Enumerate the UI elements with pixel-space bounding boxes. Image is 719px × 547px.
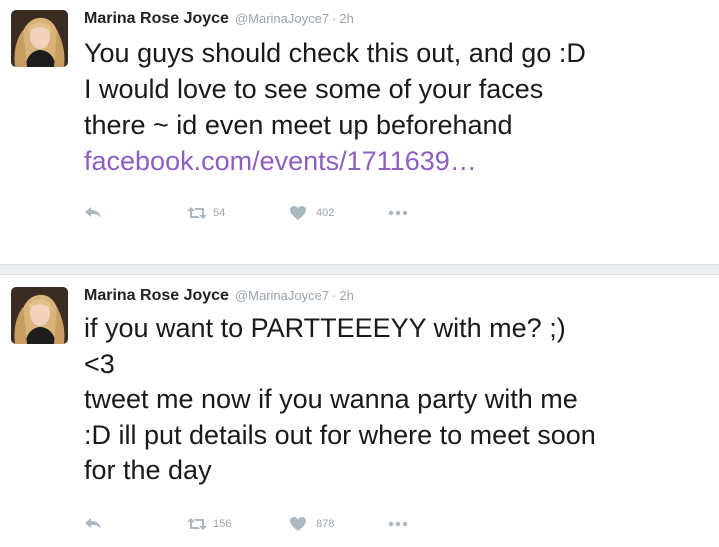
author-name[interactable]: Marina Rose Joyce (84, 287, 229, 304)
like-count: 402 (316, 207, 335, 219)
more-icon (388, 210, 408, 216)
tweet-card[interactable]: Marina Rose Joyce @MarinaJoyce7 · 2h You gu… (0, 0, 719, 264)
tweet-text: if you want to PARTTEEEYY with me? ;) <3… (84, 311, 714, 489)
more-button[interactable] (388, 210, 408, 216)
retweet-icon (187, 518, 207, 530)
reply-button[interactable] (84, 206, 102, 220)
tweet-header: Marina Rose Joyce @MarinaJoyce7 · 2h (84, 287, 354, 305)
author-name[interactable]: Marina Rose Joyce (84, 10, 229, 27)
heart-icon (290, 517, 306, 531)
like-button[interactable]: 878 (290, 517, 334, 531)
tweet-divider (0, 264, 719, 275)
retweet-button[interactable]: 54 (187, 206, 225, 220)
tweet-link[interactable]: facebook.com/events/1711639… (84, 143, 714, 179)
more-icon (388, 521, 408, 527)
tweet-text-line: there ~ id even meet up beforehand (84, 110, 513, 140)
tweet-text-line: for the day (84, 455, 212, 485)
retweet-button[interactable]: 156 (187, 517, 231, 531)
timestamp[interactable]: 2h (339, 288, 353, 303)
retweet-count: 54 (213, 207, 226, 219)
avatar[interactable] (11, 287, 68, 344)
reply-icon (85, 518, 101, 529)
like-button[interactable]: 402 (290, 206, 334, 220)
tweet-text-line: <3 (84, 348, 115, 379)
retweet-icon (187, 207, 207, 219)
heart-icon (290, 206, 306, 220)
more-button[interactable] (388, 521, 408, 527)
separator: · (332, 288, 337, 303)
retweet-count: 156 (213, 518, 232, 530)
like-count: 878 (316, 518, 335, 530)
separator: · (332, 11, 337, 26)
reply-button[interactable] (84, 517, 102, 531)
author-handle[interactable]: @MarinaJoyce7 (235, 288, 329, 303)
tweet-card[interactable]: Marina Rose Joyce @MarinaJoyce7 · 2h if you… (0, 275, 719, 547)
tweet-text: You guys should check this out, and go :… (84, 35, 714, 179)
tweet-text-line: if you want to PARTTEEEYY with me? ;) (84, 313, 566, 343)
timestamp[interactable]: 2h (339, 11, 353, 26)
tweet-text-line: I would love to see some of your faces (84, 74, 544, 104)
tweet-text-line: :D ill put details out for where to meet… (84, 419, 596, 450)
avatar[interactable] (11, 10, 68, 67)
tweet-header: Marina Rose Joyce @MarinaJoyce7 · 2h (84, 10, 354, 28)
author-handle[interactable]: @MarinaJoyce7 (235, 11, 329, 26)
tweet-text-line: tweet me now if you wanna party with me (84, 384, 578, 414)
reply-icon (85, 207, 101, 218)
tweet-text-line: You guys should check this out, and go :… (84, 38, 586, 68)
